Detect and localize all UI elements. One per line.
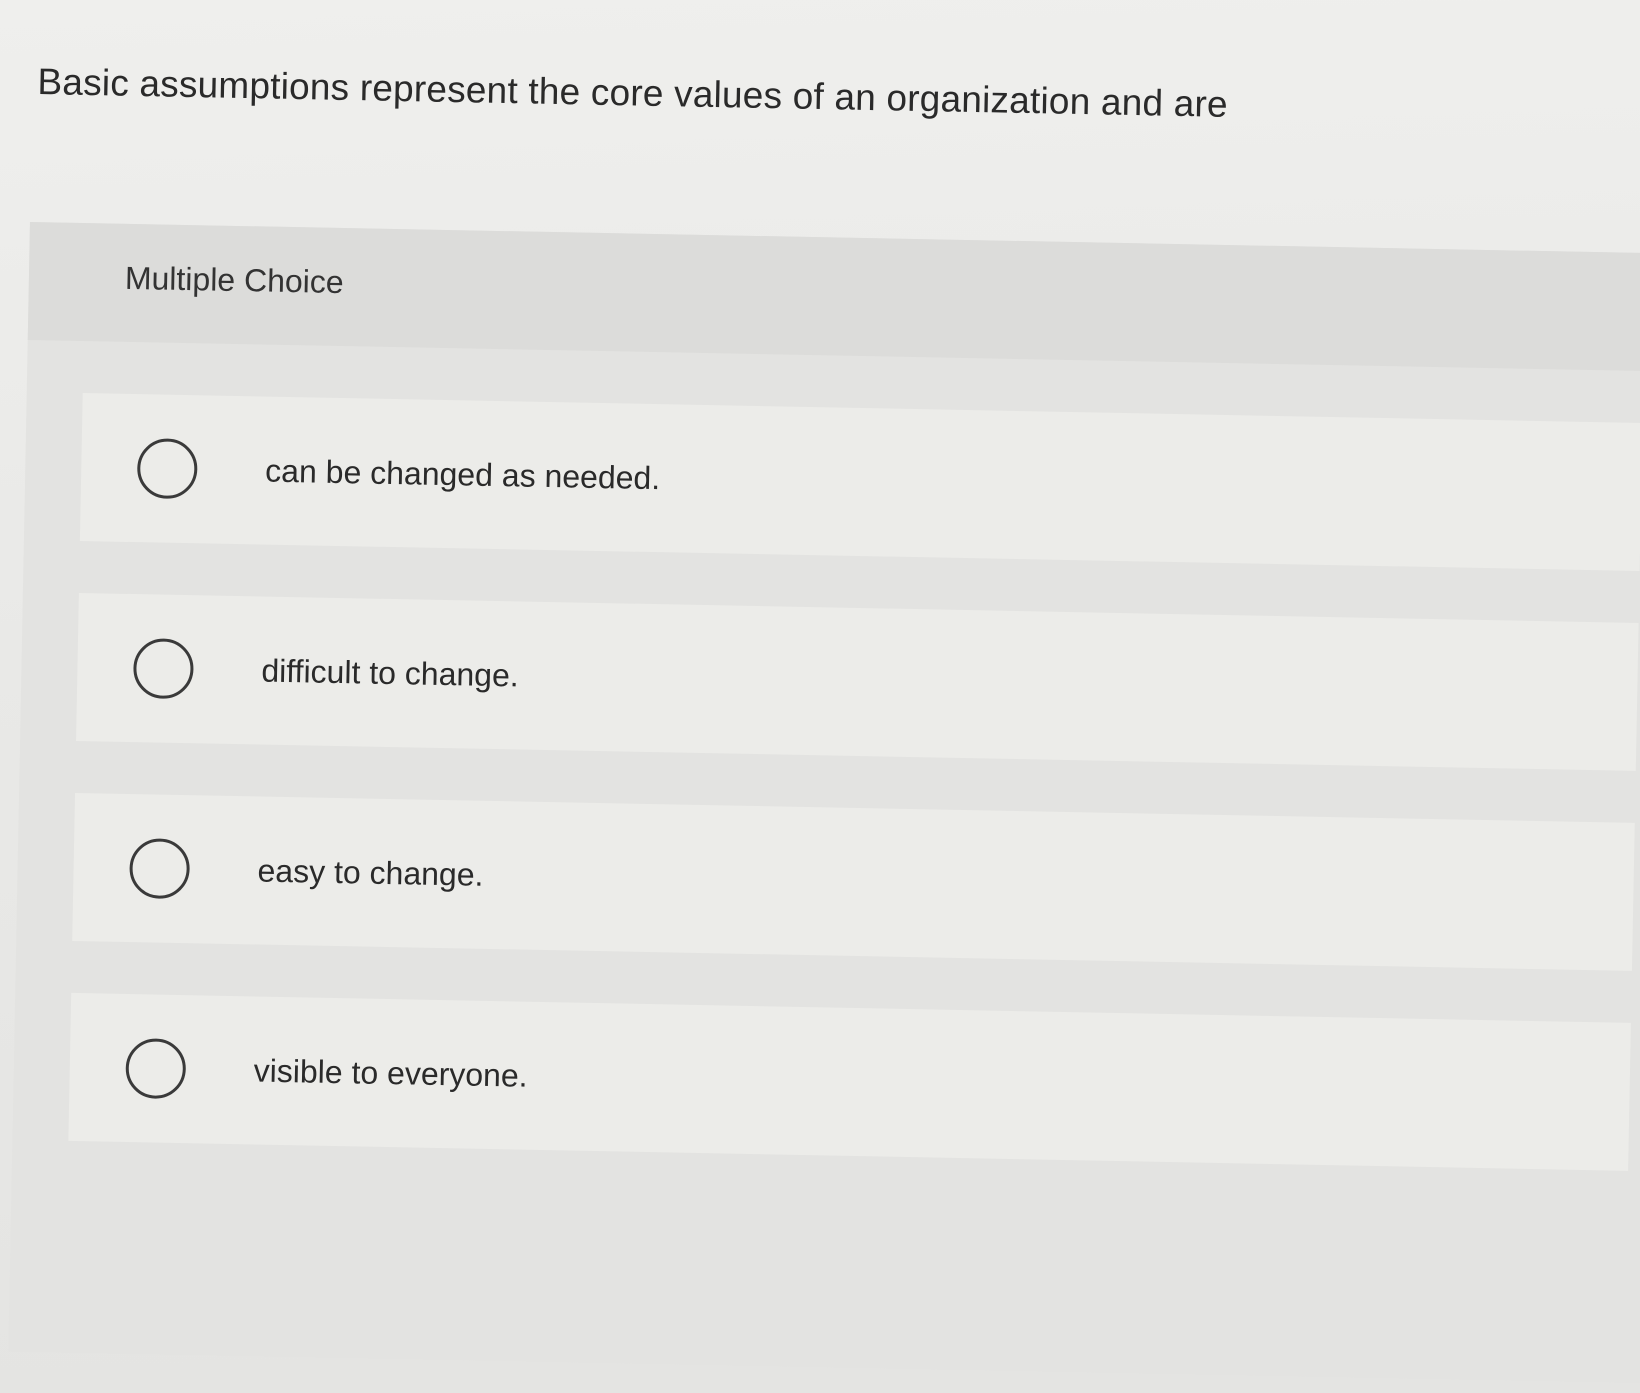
radio-button[interactable] [125, 1038, 187, 1100]
answer-option-2[interactable]: difficult to change. [76, 593, 1639, 771]
radio-button[interactable] [129, 838, 191, 900]
multiple-choice-header: Multiple Choice [27, 222, 1640, 372]
answer-option-1[interactable]: can be changed as needed. [79, 393, 1640, 571]
multiple-choice-label: Multiple Choice [124, 259, 345, 301]
answer-option-text: difficult to change. [261, 652, 520, 693]
answer-option-text: visible to everyone. [253, 1051, 528, 1094]
question-prompt: Basic assumptions represent the core val… [37, 60, 1229, 125]
answer-option-text: easy to change. [257, 851, 484, 893]
multiple-choice-panel: Multiple Choice can be changed as needed… [8, 222, 1640, 1384]
radio-button[interactable] [136, 438, 198, 500]
radio-button[interactable] [132, 638, 195, 700]
answer-option-text: can be changed as needed. [264, 452, 661, 496]
answer-option-4[interactable]: visible to everyone. [68, 992, 1631, 1171]
answer-option-3[interactable]: easy to change. [72, 792, 1635, 971]
quiz-page: Basic assumptions represent the core val… [0, 0, 1640, 1393]
